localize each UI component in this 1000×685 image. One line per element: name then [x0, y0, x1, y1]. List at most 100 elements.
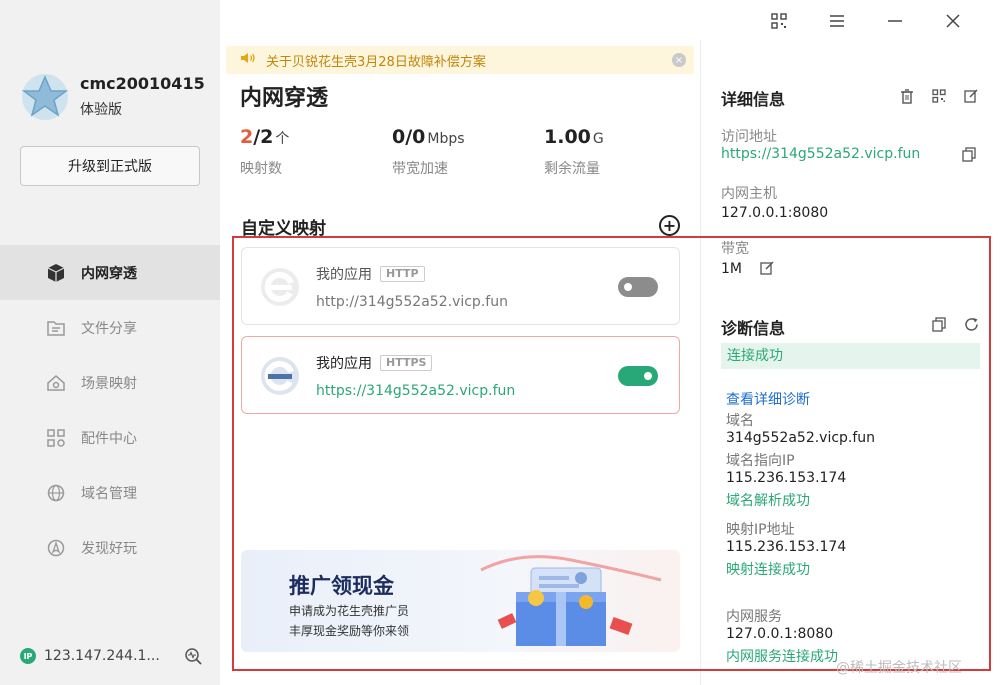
public-ip-value: 123.147.244.1...: [44, 648, 160, 664]
copy-icon[interactable]: [962, 147, 976, 166]
stat-unit: Mbps: [427, 131, 465, 147]
map-ip-value: 115.236.153.174: [726, 539, 847, 555]
service-value: 127.0.0.1:8080: [726, 626, 834, 642]
stat-unit: G: [592, 131, 604, 147]
toggle-knob: [624, 283, 632, 291]
public-ip: IP 123.147.244.1...: [20, 648, 160, 664]
notice-close-icon[interactable]: ×: [672, 53, 686, 67]
promo-subtitle: 丰厚现金奖励等你来领: [289, 624, 410, 638]
sidebar-item-scene-mapping[interactable]: 场景映射: [0, 355, 220, 410]
grid-icon: [45, 427, 67, 449]
sidebar-item-domains[interactable]: 域名管理: [0, 465, 220, 520]
map-connect-status: 映射连接成功: [726, 562, 810, 578]
house-icon: [45, 372, 67, 394]
domain-resolve-status: 域名解析成功: [726, 493, 810, 509]
section-title: 自定义映射: [241, 219, 326, 239]
stat-value: 1.00: [544, 126, 591, 148]
qrcode-icon[interactable]: [750, 10, 808, 32]
view-diagnosis-link[interactable]: 查看详细诊断: [726, 389, 810, 409]
avatar[interactable]: [20, 72, 70, 122]
service-label: 内网服务: [726, 609, 782, 625]
app-logo-icon: [260, 267, 300, 307]
protocol-badge: HTTP: [380, 266, 425, 282]
ip-badge-icon: IP: [20, 648, 36, 664]
gift-box-illustration: [461, 550, 680, 652]
compass-icon: [45, 537, 67, 559]
protocol-badge: HTTPS: [380, 355, 433, 371]
sidebar-item-label: 场景映射: [81, 375, 137, 392]
mapping-toggle[interactable]: [618, 277, 658, 297]
domain-ip-value: 115.236.153.174: [726, 470, 847, 486]
promo-title: 推广领现金: [289, 574, 394, 598]
intranet-host-value: 127.0.0.1:8080: [721, 205, 829, 221]
connection-status: 连接成功: [721, 343, 980, 369]
stat-value: /2: [253, 126, 274, 148]
domain-label: 域名: [726, 413, 754, 429]
qrcode-icon[interactable]: [930, 87, 948, 105]
mapping-name: 我的应用: [316, 356, 372, 372]
domain-ip-label: 域名指向IP: [726, 453, 795, 469]
edition-label: 体验版: [80, 102, 122, 118]
mapping-card[interactable]: 我的应用 HTTPS https://314g552a52.vicp.fun: [241, 336, 680, 414]
bandwidth-value: 1M: [721, 261, 742, 277]
stat-traffic: 1.00 G 剩余流量: [544, 126, 604, 178]
edit-icon[interactable]: [962, 87, 980, 105]
cube-icon: [45, 262, 67, 284]
close-icon[interactable]: [924, 10, 982, 32]
stat-value-highlight: 2: [240, 126, 254, 148]
mapping-name: 我的应用: [316, 267, 372, 283]
notice-banner[interactable]: 关于贝锐花生壳3月28日故障补偿方案 ×: [226, 46, 694, 74]
sidebar-item-file-share[interactable]: 文件分享: [0, 300, 220, 355]
access-url-label: 访问地址: [721, 129, 777, 145]
promo-banner[interactable]: 推广领现金 申请成为花生壳推广员 丰厚现金奖励等你来领: [241, 550, 680, 652]
watermark: @稀土掘金技术社区: [836, 660, 962, 676]
add-mapping-button[interactable]: +: [659, 215, 680, 236]
stat-label: 映射数: [240, 161, 282, 177]
sidebar: cmc20010415 体验版 升级到正式版 内网穿透 文件分享 场景映射 配件…: [0, 0, 220, 685]
stat-value: 0/0: [392, 126, 426, 148]
diagnosis-actions: [930, 315, 980, 333]
copy-icon[interactable]: [930, 315, 948, 333]
minimize-icon[interactable]: [866, 10, 924, 32]
trash-icon[interactable]: [898, 87, 916, 105]
page-title: 内网穿透: [240, 86, 329, 111]
map-ip-label: 映射IP地址: [726, 522, 795, 538]
intranet-host-label: 内网主机: [721, 186, 777, 202]
mapping-url[interactable]: https://314g552a52.vicp.fun: [316, 383, 515, 399]
mapping-url[interactable]: http://314g552a52.vicp.fun: [316, 294, 508, 310]
sidebar-item-accessories[interactable]: 配件中心: [0, 410, 220, 465]
folder-icon: [45, 317, 67, 339]
domain-value: 314g552a52.vicp.fun: [726, 430, 876, 446]
speaker-icon: [240, 51, 256, 69]
details-title: 详细信息: [721, 90, 786, 109]
sidebar-nav: 内网穿透 文件分享 场景映射 配件中心 域名管理 发现好玩: [0, 245, 220, 575]
stat-mappings: 2/2 个 映射数: [240, 126, 289, 178]
app-logo-icon: [260, 356, 300, 396]
promo-subtitle: 申请成为花生壳推广员: [289, 604, 410, 618]
sidebar-item-label: 域名管理: [81, 485, 137, 502]
diagnosis-title: 诊断信息: [721, 319, 786, 338]
access-url[interactable]: https://314g552a52.vicp.fun: [721, 146, 920, 162]
panel-divider: [700, 40, 701, 685]
service-status: 内网服务连接成功: [726, 649, 838, 665]
sidebar-item-label: 内网穿透: [81, 265, 137, 282]
edit-bandwidth-icon[interactable]: [760, 260, 774, 279]
sidebar-item-label: 文件分享: [81, 320, 137, 337]
upgrade-button[interactable]: 升级到正式版: [20, 146, 200, 186]
mapping-card[interactable]: 我的应用 HTTP http://314g552a52.vicp.fun: [241, 247, 680, 325]
mapping-name-row: 我的应用 HTTPS: [316, 353, 433, 373]
menu-icon[interactable]: [808, 10, 866, 32]
network-diagnose-icon[interactable]: [183, 646, 203, 670]
mapping-toggle[interactable]: [618, 366, 658, 386]
globe-icon: [45, 482, 67, 504]
bandwidth-label: 带宽: [721, 241, 749, 257]
refresh-icon[interactable]: [962, 315, 980, 333]
sidebar-item-label: 发现好玩: [81, 540, 137, 557]
stat-label: 剩余流量: [544, 161, 600, 177]
sidebar-item-discover[interactable]: 发现好玩: [0, 520, 220, 575]
sidebar-item-tunnel[interactable]: 内网穿透: [0, 245, 220, 300]
notice-text[interactable]: 关于贝锐花生壳3月28日故障补偿方案: [266, 51, 486, 70]
sidebar-item-label: 配件中心: [81, 430, 137, 447]
mapping-name-row: 我的应用 HTTP: [316, 264, 425, 284]
toggle-knob: [644, 372, 652, 380]
